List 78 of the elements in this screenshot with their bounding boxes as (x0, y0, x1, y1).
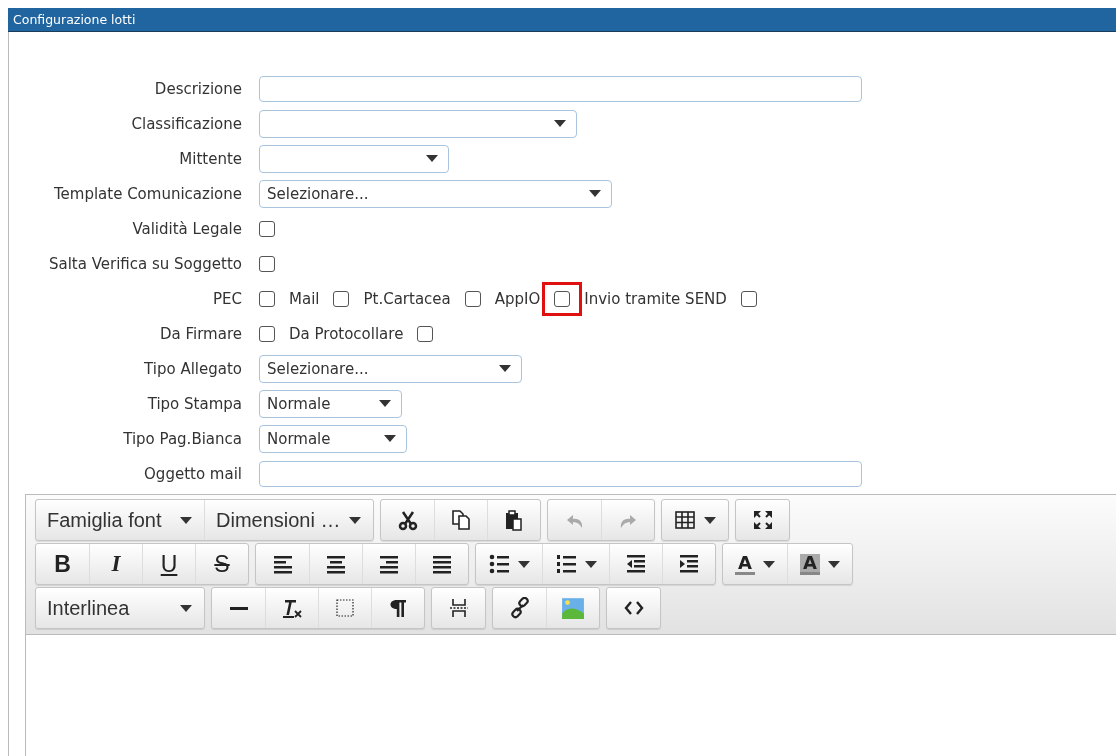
checkbox[interactable] (259, 325, 275, 342)
image-icon (561, 596, 585, 620)
caret-icon (585, 560, 597, 568)
text-field[interactable] (259, 460, 862, 487)
checkbox-label: Invio tramite SEND (584, 289, 727, 308)
checkbox[interactable] (259, 220, 275, 237)
checkbox[interactable] (333, 290, 350, 307)
outdent-icon (625, 553, 647, 575)
field-label: Mittente (178, 149, 242, 168)
caret-icon (518, 560, 530, 568)
strike-button[interactable]: S (195, 544, 248, 584)
paste-icon (503, 509, 525, 531)
text-color-button[interactable]: A (723, 544, 787, 584)
text-field[interactable] (259, 75, 862, 102)
align-left-icon (271, 553, 294, 575)
select-field[interactable]: Selezionare... (259, 179, 612, 208)
select-field[interactable] (259, 109, 577, 138)
numbered-list-icon (555, 553, 577, 575)
back-color-button[interactable]: A (786, 544, 852, 584)
chevron-icon (554, 120, 566, 127)
bullet-list-icon (488, 553, 510, 575)
window-title: Configurazione lotti (8, 8, 1116, 32)
checkbox[interactable] (464, 290, 481, 307)
link-icon (508, 597, 531, 619)
checkbox[interactable] (417, 325, 434, 342)
select-field[interactable]: Normale (259, 389, 402, 418)
pilcrow-icon (387, 597, 409, 619)
checkbox[interactable] (740, 290, 757, 307)
field-label: Tipo Allegato (143, 359, 242, 378)
caret-icon (762, 560, 775, 568)
caret-icon (180, 516, 192, 524)
select-field[interactable] (259, 144, 449, 173)
checkbox-label: Mail (289, 289, 320, 308)
chevron-icon (379, 400, 391, 407)
checkbox[interactable] (554, 290, 571, 307)
field-label: Oggetto mail (143, 464, 242, 483)
align-center-icon (325, 553, 347, 575)
checkbox-label: Da Protocollare (289, 324, 404, 343)
field-label: PEC (212, 289, 242, 308)
caret-icon (349, 516, 361, 524)
chevron-icon (499, 365, 511, 372)
checkbox[interactable] (259, 255, 275, 272)
checkbox-label: Pt.Cartacea (363, 289, 451, 308)
checkbox[interactable] (259, 290, 275, 307)
field-label: Salta Verifica su Soggetto (47, 254, 242, 273)
field-label: Tipo Pag.Bianca (122, 429, 242, 448)
caret-icon (704, 516, 716, 524)
chevron-icon (384, 435, 396, 442)
indent-icon (678, 553, 700, 575)
clear-format-icon (281, 597, 303, 619)
dropdown-button[interactable]: Dimensioni … (204, 500, 373, 540)
rich-text-editor[interactable]: Famiglia font Dimensioni … B I U S A A Interlinea (25, 494, 1116, 756)
dropdown-button[interactable]: Famiglia font (36, 500, 204, 540)
field-label: Validità Legale (131, 219, 242, 238)
horizontal-rule-icon (229, 606, 248, 610)
underline-button[interactable]: U (142, 544, 195, 584)
field-label: Template Comunicazione (52, 184, 242, 203)
dotted-square-icon (334, 597, 356, 619)
copy-icon (450, 509, 472, 531)
justify-icon (431, 553, 453, 575)
italic-button[interactable]: I (89, 544, 142, 584)
bold-button[interactable]: B (36, 544, 89, 584)
select-field[interactable]: Selezionare... (259, 354, 522, 383)
field-label: Descrizione (153, 79, 242, 98)
align-right-icon (378, 553, 400, 575)
select-field[interactable]: Normale (259, 424, 407, 453)
chevron-icon (426, 155, 438, 162)
chevron-icon (589, 190, 601, 197)
table-icon (674, 509, 696, 531)
checkbox-label: AppIO (494, 289, 541, 308)
fullscreen-icon (751, 509, 774, 531)
field-label: Classificazione (130, 114, 242, 133)
caret-icon (180, 604, 192, 612)
field-label: Tipo Stampa (146, 394, 242, 413)
field-label: Da Firmare (159, 324, 242, 343)
dropdown-button[interactable]: Interlinea (36, 588, 204, 628)
scissors-icon (396, 509, 419, 531)
caret-icon (827, 560, 840, 568)
